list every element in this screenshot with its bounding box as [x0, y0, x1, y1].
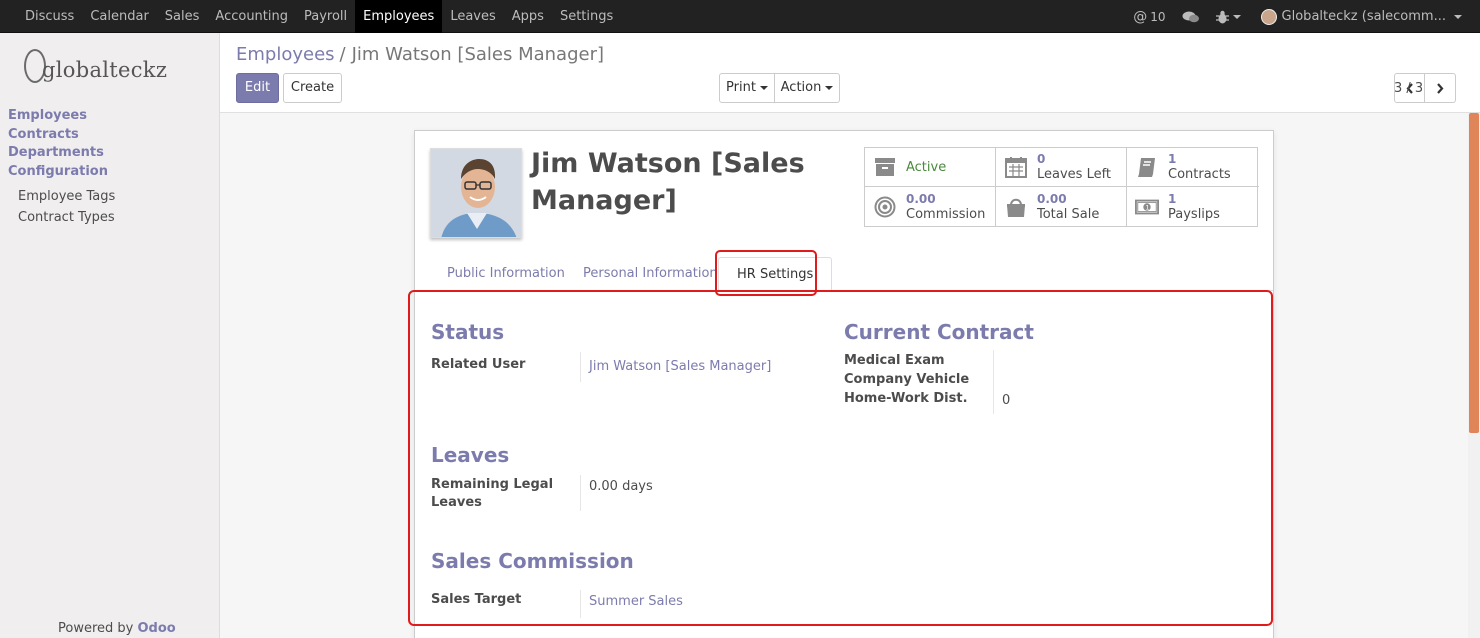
active-button[interactable]: Active	[865, 148, 996, 187]
bullseye-icon	[873, 195, 897, 219]
menu-employees[interactable]: Employees	[355, 0, 443, 33]
chat-bubbles-icon	[1182, 11, 1199, 22]
chat-button[interactable]	[1182, 10, 1200, 24]
smart-buttons: Active 0 Leaves Left 1 Contracts 0.00 Commi…	[864, 147, 1259, 227]
control-panel: Employees / Jim Watson [Sales Manager] Edi…	[220, 33, 1480, 113]
menu-calendar[interactable]: Calendar	[82, 0, 156, 33]
scrollbar-thumb[interactable]	[1469, 113, 1479, 433]
chevron-down-icon	[825, 85, 834, 90]
pager-next-button[interactable]	[1425, 73, 1456, 103]
menu-discuss[interactable]: Discuss	[17, 0, 82, 33]
menu-accounting[interactable]: Accounting	[207, 0, 296, 33]
total-sale-button[interactable]: 0.00 Total Sale	[996, 187, 1127, 226]
form-tabs: Public Information Personal Information …	[415, 257, 1273, 291]
action-dropdown[interactable]: Action	[774, 73, 840, 103]
sidebar-item-employees[interactable]: Employees	[8, 107, 115, 126]
hr-settings-content-highlight	[408, 290, 1273, 626]
payslips-label: Payslips	[1168, 206, 1220, 222]
action-label: Action	[780, 80, 822, 95]
shopping-bag-icon	[1004, 195, 1028, 219]
book-icon	[1135, 155, 1159, 179]
breadcrumb: Employees / Jim Watson [Sales Manager]	[236, 44, 604, 65]
menu-settings[interactable]: Settings	[552, 0, 621, 33]
total-sale-value: 0.00	[1037, 191, 1067, 206]
employee-photo[interactable]	[430, 148, 522, 238]
bug-icon	[1215, 10, 1229, 23]
debug-button[interactable]	[1215, 10, 1241, 24]
leaves-left-button[interactable]: 0 Leaves Left	[996, 148, 1127, 187]
app-menu: Discuss Calendar Sales Accounting Payrol…	[17, 0, 621, 33]
menu-leaves[interactable]: Leaves	[442, 0, 503, 33]
menu-payroll[interactable]: Payroll	[296, 0, 355, 33]
sidebar-item-employee-tags[interactable]: Employee Tags	[8, 189, 115, 204]
chevron-down-icon	[759, 85, 768, 90]
chevron-right-icon	[1437, 82, 1444, 94]
contracts-button[interactable]: 1 Contracts	[1127, 148, 1259, 187]
scrollbar[interactable]	[1468, 113, 1480, 638]
breadcrumb-separator: /	[339, 44, 346, 65]
user-menu[interactable]: Globalteckz (salecomm...	[1260, 8, 1462, 25]
archive-icon	[873, 155, 897, 179]
avatar	[1260, 8, 1277, 25]
print-dropdown[interactable]: Print	[719, 73, 775, 103]
menu-apps[interactable]: Apps	[504, 0, 552, 33]
tab-public-information[interactable]: Public Information	[429, 257, 583, 291]
breadcrumb-current: Jim Watson [Sales Manager]	[351, 44, 605, 65]
leaves-left-label: Leaves Left	[1037, 167, 1112, 182]
at-icon: @	[1133, 8, 1148, 25]
sidebar-item-contracts[interactable]: Contracts	[8, 126, 115, 145]
total-sale-label: Total Sale	[1037, 206, 1100, 222]
print-label: Print	[726, 80, 756, 95]
logo-text: globalteckz	[42, 58, 168, 82]
money-icon: 1	[1135, 195, 1159, 219]
sidebar-menu: Employees Contracts Departments Configur…	[8, 107, 115, 225]
chevron-down-icon	[1454, 14, 1462, 19]
top-navbar: Discuss Calendar Sales Accounting Payrol…	[0, 0, 1480, 33]
employee-name: Jim Watson [Sales Manager]	[531, 148, 805, 216]
sidebar-item-configuration[interactable]: Configuration	[8, 163, 115, 182]
leaves-left-value: 0	[1037, 152, 1046, 166]
commission-label: Commission	[906, 206, 986, 222]
navbar-systray: @ 10 Globalteckz (salecomm...	[1117, 0, 1480, 33]
employee-portrait-image	[431, 149, 521, 237]
chevron-down-icon	[1232, 14, 1241, 19]
user-name: Globalteckz (salecomm...	[1281, 9, 1446, 24]
company-logo: globalteckz	[24, 49, 167, 83]
calendar-icon	[1004, 155, 1028, 179]
pager-value[interactable]: 3 / 3	[1394, 81, 1423, 96]
svg-text:1: 1	[1145, 203, 1149, 211]
tab-personal-information[interactable]: Personal Information	[565, 257, 736, 291]
pager: 3 / 3	[1394, 73, 1456, 103]
mentions-button[interactable]: @ 10	[1133, 9, 1165, 25]
commission-button[interactable]: 0.00 Commission	[865, 187, 996, 226]
breadcrumb-employees[interactable]: Employees	[236, 44, 335, 65]
menu-sales[interactable]: Sales	[157, 0, 208, 33]
create-button[interactable]: Create	[283, 73, 342, 103]
sidebar: globalteckz Employees Contracts Departme…	[0, 33, 220, 638]
edit-button[interactable]: Edit	[236, 73, 279, 103]
mentions-count: 10	[1150, 9, 1166, 24]
payslips-value: 1	[1168, 191, 1177, 206]
payslips-button[interactable]: 1 1 Payslips	[1127, 187, 1259, 226]
sidebar-item-departments[interactable]: Departments	[8, 144, 115, 163]
contracts-label: Contracts	[1168, 167, 1231, 182]
powered-by-text: Powered by	[58, 621, 134, 636]
active-status: Active	[906, 159, 947, 175]
sidebar-item-contract-types[interactable]: Contract Types	[8, 210, 115, 225]
powered-by: Powered by Odoo	[58, 621, 176, 636]
commission-value: 0.00	[906, 191, 936, 206]
odoo-link[interactable]: Odoo	[138, 621, 176, 636]
contracts-value: 1	[1168, 152, 1177, 166]
